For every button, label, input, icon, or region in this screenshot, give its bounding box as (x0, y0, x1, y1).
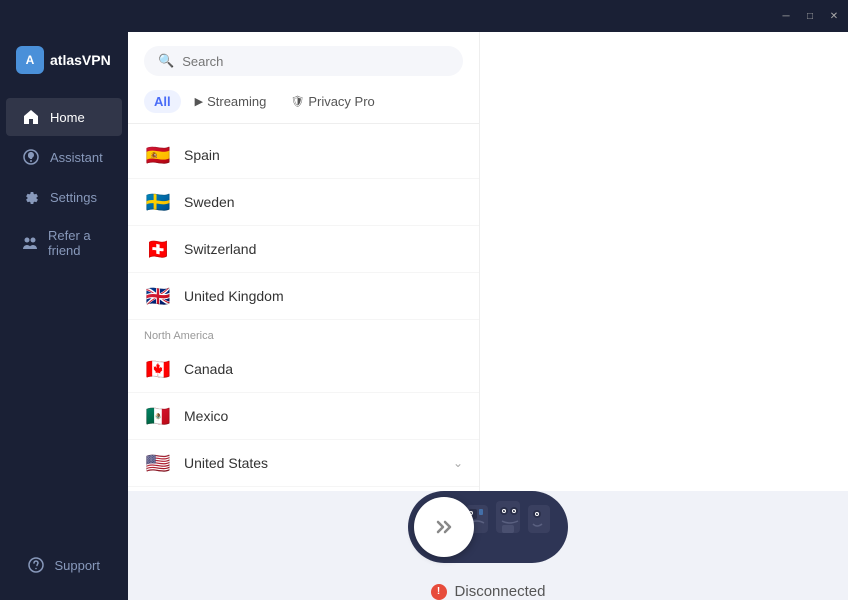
tab-streaming-label: Streaming (207, 94, 266, 109)
country-flag: 🇨🇦 (144, 355, 172, 383)
search-bar: 🔍 (128, 32, 479, 86)
country-flag: 🇺🇸 (144, 449, 172, 477)
streaming-icon: ▶ (195, 95, 203, 108)
country-name: Mexico (184, 408, 463, 424)
country-name: Sweden (184, 194, 463, 210)
region-label: North America (128, 320, 479, 346)
countries-list: 🇪🇸 Spain 🇸🇪 Sweden 🇨🇭 Switzerland 🇬🇧 Uni… (128, 124, 479, 491)
vpn-toggle-wrap: Disconnected (408, 491, 568, 600)
tab-streaming[interactable]: ▶ Streaming (185, 90, 277, 113)
titlebar: ─ □ ✕ (0, 0, 848, 32)
sidebar-item-label: Settings (50, 190, 97, 205)
country-flag: 🇨🇭 (144, 235, 172, 263)
sidebar-item-support[interactable]: Support (12, 546, 116, 584)
filter-tabs: All ▶ Streaming 🛡 Privacy Pro (128, 86, 479, 124)
logo: A atlasVPN (0, 32, 128, 94)
tab-privacy-pro[interactable]: 🛡 Privacy Pro (280, 90, 384, 113)
support-icon (28, 556, 44, 574)
country-list-panel: 🔍 All ▶ Streaming 🛡 Privacy Pro 🇪🇸 Spain (128, 32, 480, 491)
minimize-button[interactable]: ─ (780, 10, 792, 22)
home-icon (22, 108, 40, 126)
sidebar-item-label: Home (50, 110, 85, 125)
country-name: Canada (184, 361, 463, 377)
sidebar: A atlasVPN Home Assistant Settings Ref (0, 0, 128, 600)
country-flag: 🇪🇸 (144, 141, 172, 169)
tab-all[interactable]: All (144, 90, 181, 113)
refer-icon (22, 234, 38, 252)
sidebar-item-label: Assistant (50, 150, 103, 165)
country-flag: 🇲🇽 (144, 402, 172, 430)
status-dot-icon (431, 584, 447, 600)
expand-icon: ⌄ (453, 456, 463, 470)
sidebar-nav: Home Assistant Settings Refer a friend (0, 94, 128, 536)
privacy-pro-icon: 🛡 (290, 95, 304, 108)
tab-all-label: All (154, 94, 171, 109)
country-name: United States (184, 455, 441, 471)
sidebar-item-settings[interactable]: Settings (6, 178, 122, 216)
sidebar-bottom: Support (0, 536, 128, 600)
settings-icon (22, 188, 40, 206)
search-input-wrap[interactable]: 🔍 (144, 46, 463, 76)
list-item[interactable]: 🇪🇸 Spain (128, 132, 479, 179)
window-controls: ─ □ ✕ (780, 10, 840, 22)
list-item[interactable]: 🇲🇽 Mexico (128, 393, 479, 440)
chevrons-right-icon (432, 515, 456, 539)
country-name: Switzerland (184, 241, 463, 257)
sidebar-item-refer[interactable]: Refer a friend (6, 218, 122, 268)
list-item[interactable]: 🇨🇦 Canada (128, 346, 479, 393)
country-name: United Kingdom (184, 288, 463, 304)
logo-icon: A (16, 46, 44, 74)
search-input[interactable] (182, 54, 449, 69)
list-item[interactable]: 🇨🇭 Switzerland (128, 226, 479, 273)
country-name: Spain (184, 147, 463, 163)
vpn-toggle-knob (414, 497, 474, 557)
assistant-icon (22, 148, 40, 166)
logo-text: atlasVPN (50, 52, 111, 68)
search-icon: 🔍 (158, 53, 174, 69)
close-button[interactable]: ✕ (828, 10, 840, 22)
tab-privacy-pro-label: Privacy Pro (308, 94, 374, 109)
sidebar-item-label: Refer a friend (48, 228, 106, 258)
sidebar-item-assistant[interactable]: Assistant (6, 138, 122, 176)
vpn-status-label: Disconnected (455, 583, 546, 600)
right-panel: Disconnected (128, 491, 848, 600)
sidebar-item-home[interactable]: Home (6, 98, 122, 136)
list-item[interactable]: 🇬🇧 United Kingdom (128, 273, 479, 320)
main-content: 🔍 All ▶ Streaming 🛡 Privacy Pro 🇪🇸 Spain (128, 32, 848, 600)
vpn-status: Disconnected (431, 583, 546, 600)
country-flag: 🇬🇧 (144, 282, 172, 310)
list-item[interactable]: 🇺🇸 United States ⌄ (128, 440, 479, 487)
support-label: Support (54, 558, 100, 573)
vpn-toggle-button[interactable] (408, 491, 568, 563)
maximize-button[interactable]: □ (804, 10, 816, 22)
list-item[interactable]: 🇸🇪 Sweden (128, 179, 479, 226)
country-flag: 🇸🇪 (144, 188, 172, 216)
